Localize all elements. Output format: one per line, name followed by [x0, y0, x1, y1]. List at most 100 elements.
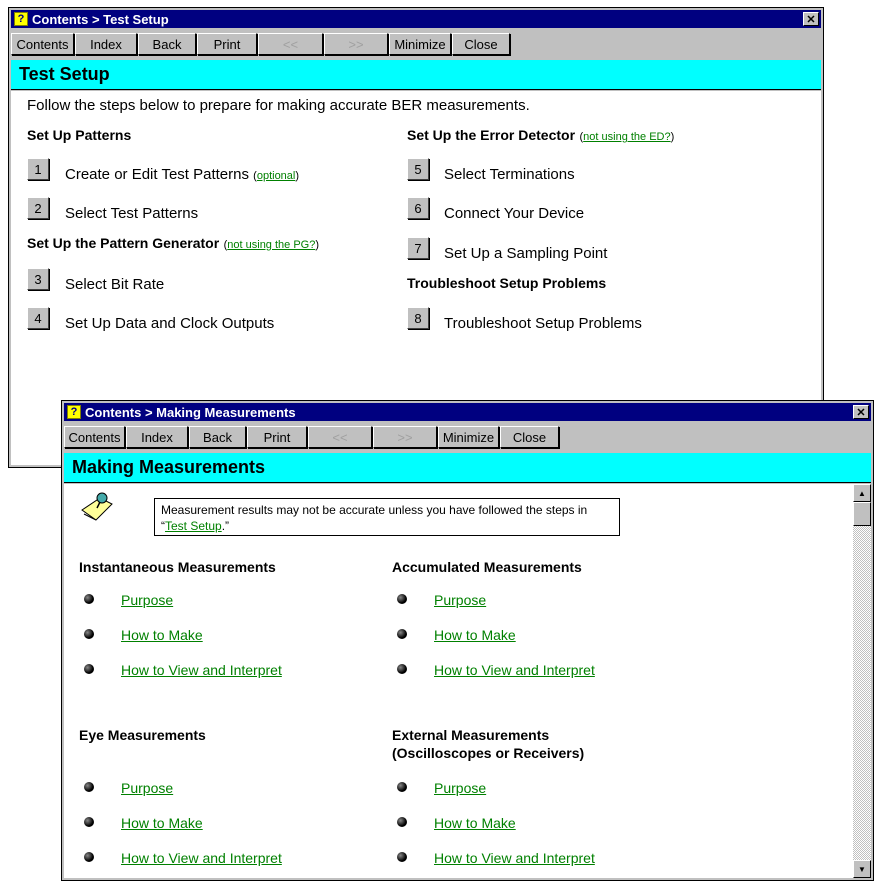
step-1-button[interactable]: 1	[27, 158, 49, 180]
step-8-label[interactable]: Troubleshoot Setup Problems	[444, 315, 642, 332]
step-3-button[interactable]: 3	[27, 268, 49, 290]
title-bar[interactable]: ? Contents > Test Setup ✕	[11, 10, 821, 28]
eye-view-interpret-link[interactable]: How to View and Interpret	[121, 850, 282, 866]
section-external: External Measurements	[392, 727, 550, 743]
eye-how-to-make-link[interactable]: How to Make	[121, 815, 203, 831]
print-button[interactable]: Print	[247, 426, 307, 448]
intro-text: Follow the steps below to prepare for ma…	[27, 97, 530, 114]
back-button[interactable]: Back	[138, 33, 196, 55]
close-button[interactable]: Close	[452, 33, 510, 55]
step-7-label[interactable]: Set Up a Sampling Point	[444, 245, 607, 262]
section-accumulated: Accumulated Measurements	[392, 559, 582, 575]
not-using-pg-link[interactable]: not using the PG?	[227, 239, 315, 251]
previous-topic-button[interactable]: <<	[308, 426, 372, 448]
setup-note: Measurement results may not be accurate …	[154, 498, 620, 536]
bullet-icon	[84, 629, 98, 640]
toolbar: Contents Index Back Print << >> Minimize…	[64, 423, 871, 451]
step-6-button[interactable]: 6	[407, 197, 429, 219]
vertical-scrollbar[interactable]: ▲ ▼	[853, 484, 871, 878]
step-8-button[interactable]: 8	[407, 307, 429, 329]
step-4-button[interactable]: 4	[27, 307, 49, 329]
test-setup-link[interactable]: Test Setup	[165, 519, 222, 533]
bullet-icon	[84, 782, 98, 793]
accumulated-how-to-make-link[interactable]: How to Make	[434, 627, 516, 643]
step-3-label[interactable]: Select Bit Rate	[65, 276, 164, 293]
index-button[interactable]: Index	[75, 33, 137, 55]
section-set-up-patterns: Set Up Patterns	[27, 127, 132, 143]
ed-note: (not using the ED?)	[580, 131, 675, 143]
note-suffix: )	[670, 131, 675, 143]
close-icon[interactable]: ✕	[803, 12, 819, 26]
section-error-detector: Set Up the Error Detector (not using the…	[407, 127, 674, 145]
note-suffix: .”	[221, 519, 230, 533]
making-measurements-window: ? Contents > Making Measurements ✕ Conte…	[61, 400, 874, 881]
section-instantaneous: Instantaneous Measurements	[79, 559, 276, 575]
contents-button[interactable]: Contents	[11, 33, 74, 55]
topic-heading: Making Measurements	[64, 453, 871, 483]
section-troubleshoot: Troubleshoot Setup Problems	[407, 275, 607, 291]
bullet-icon	[397, 629, 411, 640]
topic-content: Measurement results may not be accurate …	[64, 484, 871, 878]
external-purpose-link[interactable]: Purpose	[434, 780, 486, 796]
next-topic-button[interactable]: >>	[324, 33, 388, 55]
optional-link[interactable]: optional	[257, 170, 296, 182]
back-button[interactable]: Back	[189, 426, 246, 448]
step-4-label[interactable]: Set Up Data and Clock Outputs	[65, 315, 274, 332]
section-eye: Eye Measurements	[79, 727, 206, 743]
scroll-thumb[interactable]	[853, 502, 871, 526]
scroll-up-button[interactable]: ▲	[853, 484, 871, 502]
bullet-icon	[397, 594, 411, 605]
help-book-icon: ?	[67, 405, 81, 419]
index-button[interactable]: Index	[126, 426, 188, 448]
step-6-label[interactable]: Connect Your Device	[444, 205, 584, 222]
minimize-button[interactable]: Minimize	[438, 426, 499, 448]
step-7-button[interactable]: 7	[407, 237, 429, 259]
step-1-label[interactable]: Create or Edit Test Patterns (optional)	[65, 166, 299, 183]
pg-note: (not using the PG?)	[224, 239, 319, 251]
section-ed-title: Set Up the Error Detector	[407, 127, 576, 143]
print-button[interactable]: Print	[197, 33, 257, 55]
eye-purpose-link[interactable]: Purpose	[121, 780, 173, 796]
external-how-to-make-link[interactable]: How to Make	[434, 815, 516, 831]
step-5-button[interactable]: 5	[407, 158, 429, 180]
topic-heading: Test Setup	[11, 60, 821, 90]
step-1-text[interactable]: Create or Edit Test Patterns	[65, 166, 249, 183]
bullet-icon	[84, 664, 98, 675]
step-2-label[interactable]: Select Test Patterns	[65, 205, 198, 222]
bullet-icon	[397, 782, 411, 793]
window-title: Contents > Test Setup	[32, 11, 169, 27]
help-book-icon: ?	[14, 12, 28, 26]
note-suffix: )	[295, 170, 300, 182]
bullet-icon	[84, 594, 98, 605]
accumulated-view-interpret-link[interactable]: How to View and Interpret	[434, 662, 595, 678]
pushpin-note-icon	[81, 492, 113, 521]
section-external-subtitle: (Oscilloscopes or Receivers)	[392, 745, 585, 761]
close-button[interactable]: Close	[500, 426, 559, 448]
external-view-interpret-link[interactable]: How to View and Interpret	[434, 850, 595, 866]
contents-button[interactable]: Contents	[64, 426, 125, 448]
bullet-icon	[84, 852, 98, 863]
close-icon[interactable]: ✕	[853, 405, 869, 419]
section-pg-title: Set Up the Pattern Generator	[27, 235, 220, 251]
step-2-button[interactable]: 2	[27, 197, 49, 219]
not-using-ed-link[interactable]: not using the ED?	[583, 131, 670, 143]
instantaneous-view-interpret-link[interactable]: How to View and Interpret	[121, 662, 282, 678]
step-5-label[interactable]: Select Terminations	[444, 166, 575, 183]
test-setup-window: ? Contents > Test Setup ✕ Contents Index…	[8, 7, 824, 468]
bullet-icon	[397, 852, 411, 863]
instantaneous-how-to-make-link[interactable]: How to Make	[121, 627, 203, 643]
window-title: Contents > Making Measurements	[85, 404, 296, 420]
note-suffix: )	[315, 239, 320, 251]
next-topic-button[interactable]: >>	[373, 426, 437, 448]
toolbar: Contents Index Back Print << >> Minimize…	[11, 30, 821, 58]
accumulated-purpose-link[interactable]: Purpose	[434, 592, 486, 608]
previous-topic-button[interactable]: <<	[258, 33, 323, 55]
section-pattern-generator: Set Up the Pattern Generator (not using …	[27, 235, 319, 253]
scroll-down-button[interactable]: ▼	[853, 860, 871, 878]
title-bar[interactable]: ? Contents > Making Measurements ✕	[64, 403, 871, 421]
bullet-icon	[397, 817, 411, 828]
optional-note: (optional)	[253, 170, 299, 182]
minimize-button[interactable]: Minimize	[389, 33, 451, 55]
bullet-icon	[84, 817, 98, 828]
instantaneous-purpose-link[interactable]: Purpose	[121, 592, 173, 608]
